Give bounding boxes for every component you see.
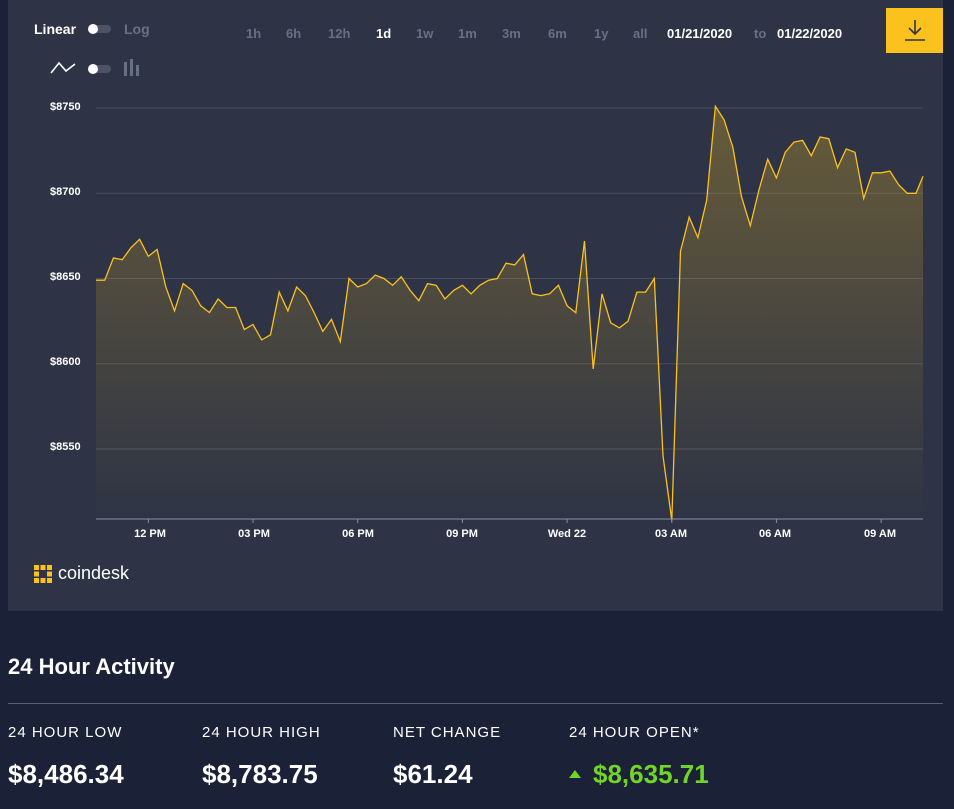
x-tick-label: 12 PM	[134, 528, 166, 540]
stat-open-value: $8,635.71	[593, 759, 709, 789]
stat-change-label: NET CHANGE	[393, 724, 502, 741]
brand-name: coindesk	[58, 563, 130, 583]
x-tick-label: 06 PM	[342, 528, 374, 540]
up-arrow-icon	[569, 770, 581, 778]
stat-high-value: $8,783.75	[202, 759, 318, 789]
price-chart[interactable]	[0, 0, 954, 611]
activity-title: 24 Hour Activity	[8, 654, 175, 679]
x-tick-label: 03 AM	[655, 528, 687, 540]
stat-open-label: 24 HOUR OPEN*	[569, 724, 700, 741]
x-tick-label: 03 PM	[238, 528, 270, 540]
stat-high-label: 24 HOUR HIGH	[202, 724, 321, 741]
x-tick-label: 09 AM	[864, 528, 896, 540]
x-tick-label: Wed 22	[547, 528, 587, 540]
stat-low-label: 24 HOUR LOW	[8, 724, 123, 741]
coindesk-logo-icon	[34, 565, 52, 588]
stat-low-value: $8,486.34	[8, 759, 124, 789]
divider	[8, 703, 943, 704]
x-tick-label: 09 PM	[446, 528, 478, 540]
stat-change-value: $61.24	[393, 759, 473, 789]
price-area	[96, 106, 923, 521]
x-tick-label: 06 AM	[759, 528, 791, 540]
